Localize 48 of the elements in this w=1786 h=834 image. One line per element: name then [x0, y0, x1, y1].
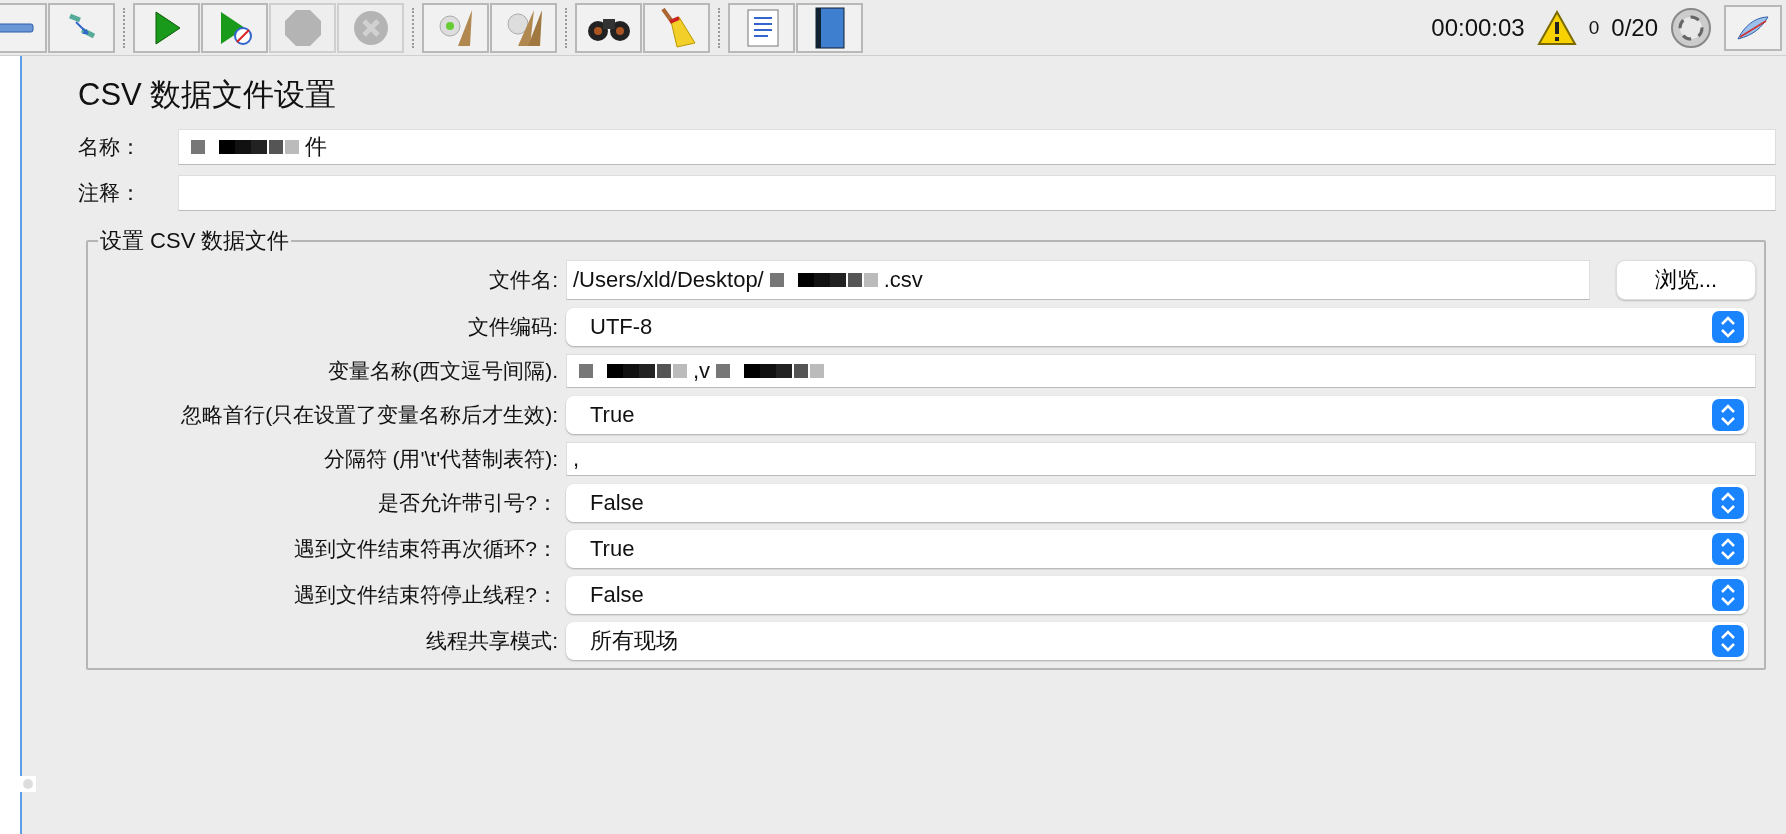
close-icon [352, 9, 389, 46]
field-label: 是否允许带引号?： [377, 490, 558, 516]
toolbar-button[interactable] [796, 2, 863, 53]
field-text: /Users/xld/Desktop/ [573, 267, 764, 293]
help-book-icon [813, 6, 846, 49]
browse-button[interactable]: 浏览... [1616, 260, 1756, 300]
stop-sign-icon [283, 8, 322, 47]
panel-title: CSV 数据文件设置 [78, 76, 338, 112]
warning-count: 0 [1588, 16, 1600, 39]
field-label: 遇到文件结束符停止线程?： [293, 582, 558, 608]
elapsed-time: 00:00:03 [1431, 13, 1525, 42]
field-text: 件 [305, 133, 327, 161]
minus-icon [0, 21, 34, 34]
comment-field[interactable] [178, 175, 1776, 211]
field-text: ,v [693, 358, 711, 384]
field-label: 分隔符 (用'\t'代替制表符): [322, 446, 558, 472]
dropdown[interactable]: False [566, 484, 1748, 522]
field-label: 忽略首行(只在设置了变量名称后才生效): [180, 402, 558, 428]
stepper-icon [1712, 625, 1744, 657]
dropdown[interactable]: True [566, 396, 1748, 434]
field-label: 文件名: [488, 267, 558, 293]
field-label: 遇到文件结束符再次循环?： [293, 536, 558, 562]
input-field[interactable]: ,v [566, 354, 1756, 388]
field-text: .csv [883, 267, 923, 293]
group-title: 设置 CSV 数据文件 [99, 227, 291, 255]
status-circle-icon [1670, 6, 1712, 49]
field-label: 文件编码: [467, 314, 558, 340]
name-field[interactable]: 件 [178, 129, 1776, 165]
thread-count: 0/20 [1611, 13, 1658, 42]
toolbar-button[interactable] [575, 2, 642, 53]
field-label: 注释： [78, 180, 142, 206]
stepper-icon [1712, 579, 1744, 611]
dropdown[interactable]: UTF-8 [566, 308, 1748, 346]
warning-icon [1536, 9, 1577, 46]
stepper-icon [1712, 399, 1744, 431]
dropdown[interactable]: 所有现场 [566, 622, 1748, 660]
stepper-icon [1712, 311, 1744, 343]
splitter-handle[interactable] [20, 776, 36, 792]
field-label: 名称： [78, 134, 142, 160]
input-field[interactable]: , [566, 442, 1756, 476]
dropdown[interactable]: True [566, 530, 1748, 568]
stepper-icon [1712, 487, 1744, 519]
input-field[interactable]: /Users/xld/Desktop/ .csv [566, 260, 1590, 300]
field-label: 变量名称(西文逗号间隔). [327, 358, 558, 384]
field-text: , [573, 446, 580, 472]
stepper-icon [1712, 533, 1744, 565]
dropdown[interactable]: False [566, 576, 1748, 614]
field-label: 线程共享模式: [425, 628, 558, 654]
